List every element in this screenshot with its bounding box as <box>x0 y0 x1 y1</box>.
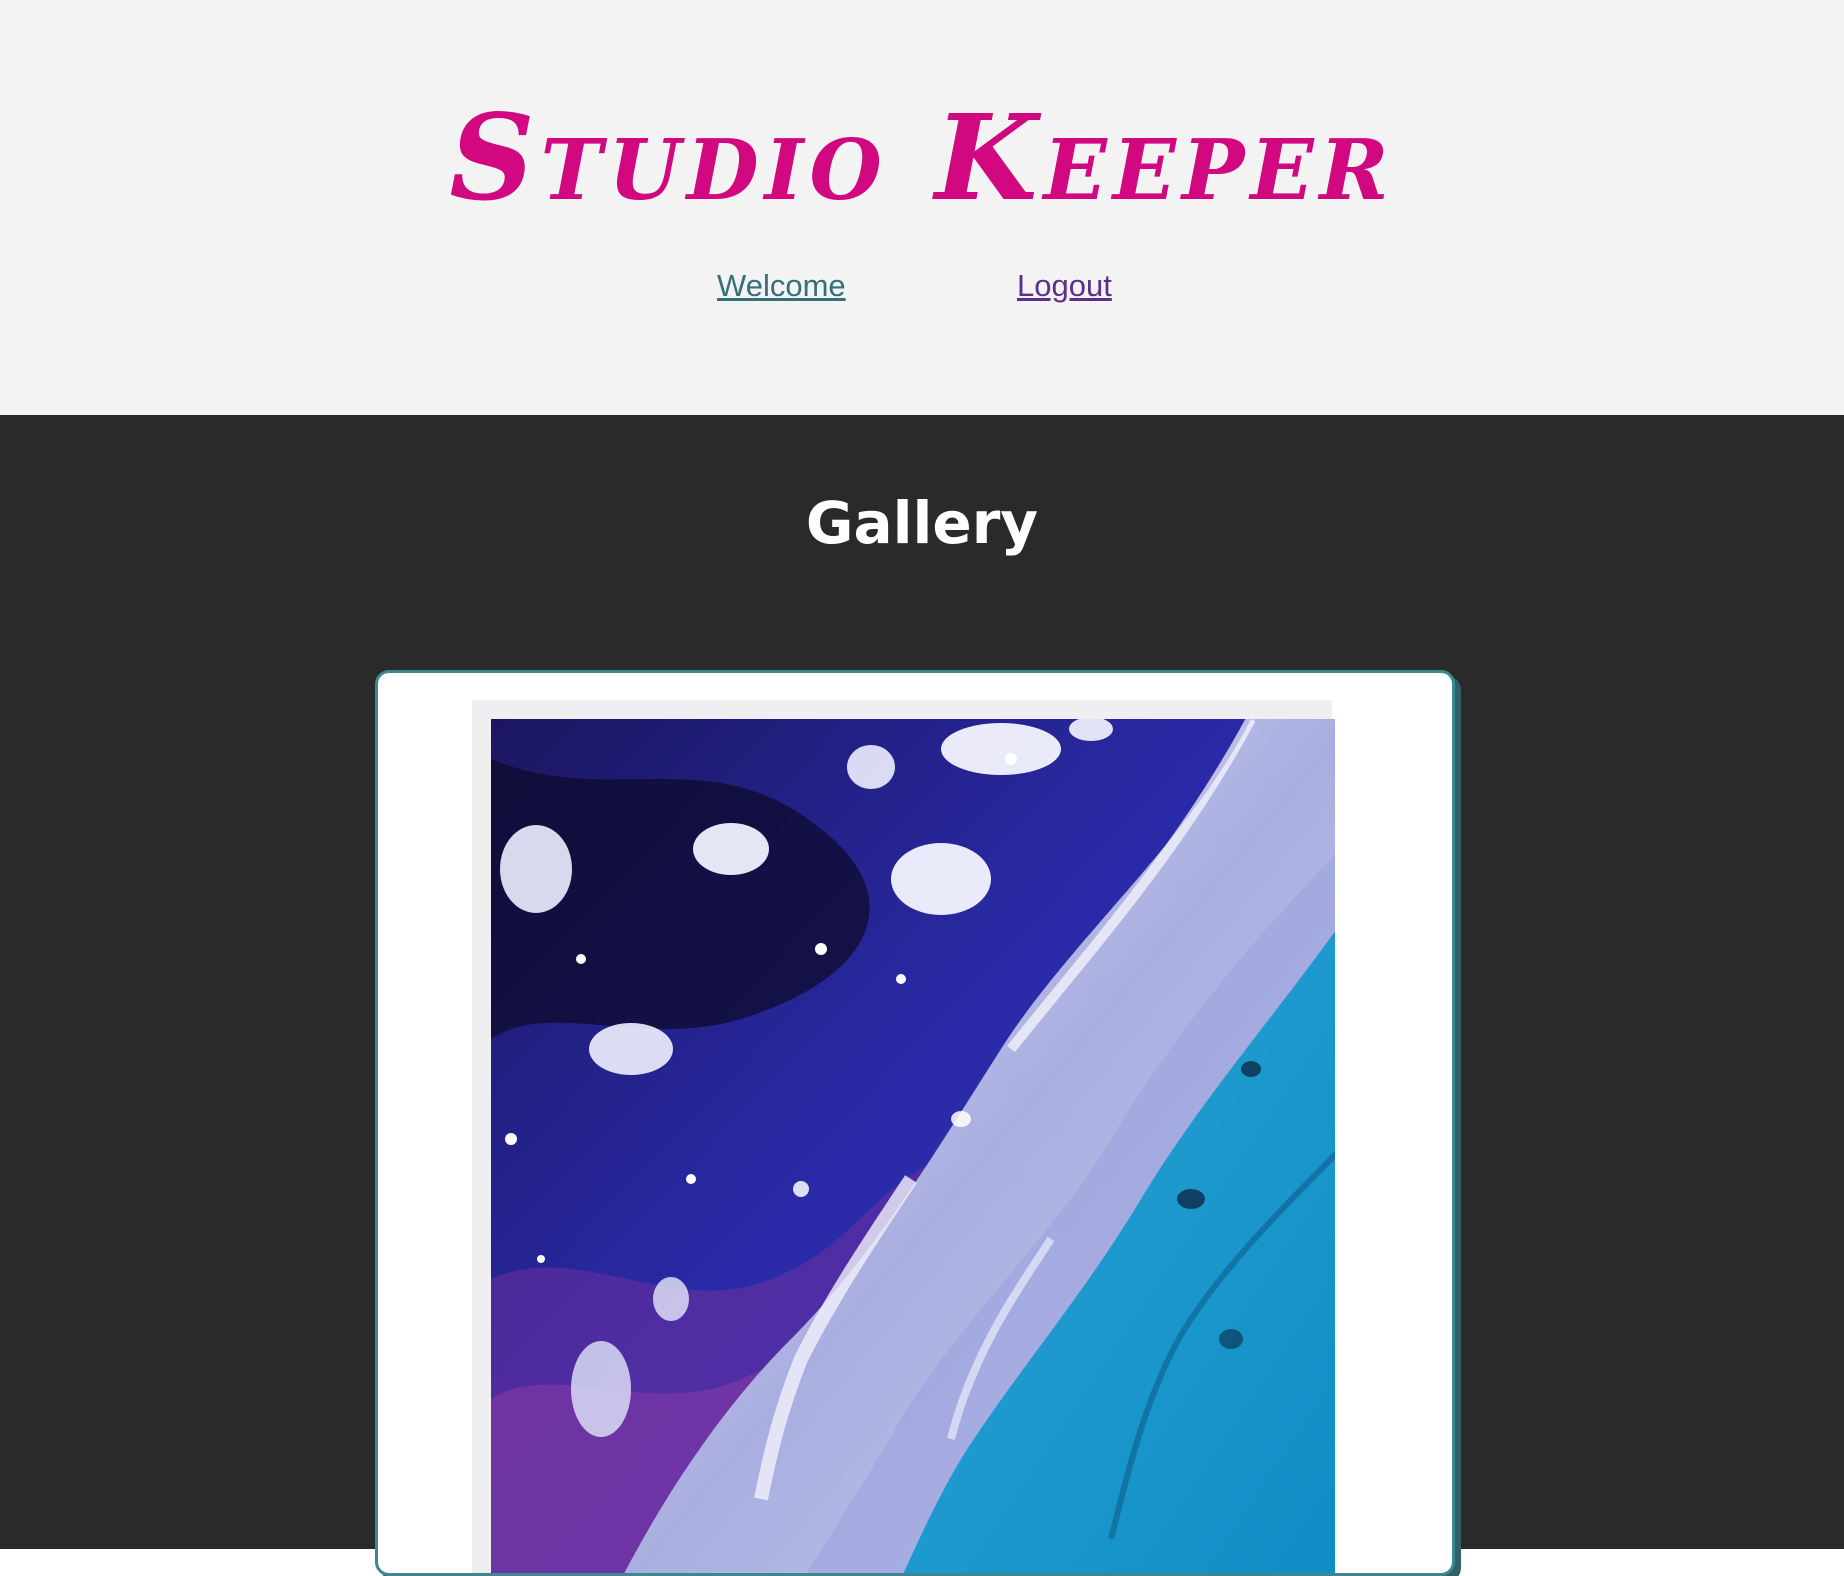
artwork-image[interactable] <box>491 719 1335 1573</box>
nav-link-logout[interactable]: Logout <box>1017 264 1112 308</box>
nav-link-welcome[interactable]: Welcome <box>717 264 846 308</box>
image-frame <box>472 700 1335 1573</box>
page-title: Gallery <box>805 489 1039 557</box>
site-header: Studio Keeper Welcome Logout <box>0 0 1844 415</box>
gallery-section: Gallery <box>0 415 1844 1576</box>
site-logo[interactable]: Studio Keeper <box>0 88 1844 228</box>
gallery-card[interactable] <box>375 670 1455 1576</box>
